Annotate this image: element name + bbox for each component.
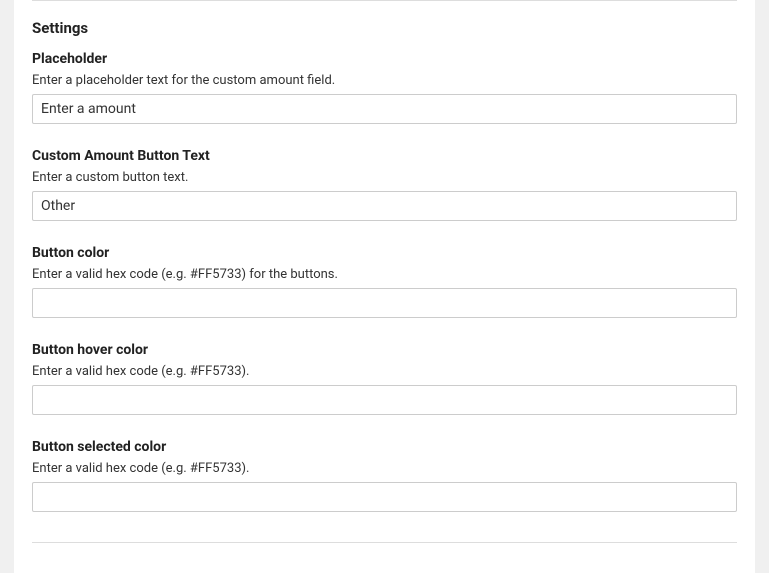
divider-bottom bbox=[32, 542, 737, 543]
custom-amount-button-text-description: Enter a custom button text. bbox=[32, 170, 737, 185]
button-hover-color-description: Enter a valid hex code (e.g. #FF5733). bbox=[32, 364, 737, 379]
custom-amount-button-text-label: Custom Amount Button Text bbox=[32, 148, 737, 164]
settings-panel: Settings Placeholder Enter a placeholder… bbox=[14, 0, 755, 573]
divider-top bbox=[32, 0, 737, 1]
placeholder-description: Enter a placeholder text for the custom … bbox=[32, 73, 737, 88]
button-color-label: Button color bbox=[32, 245, 737, 261]
button-color-description: Enter a valid hex code (e.g. #FF5733) fo… bbox=[32, 267, 737, 282]
button-hover-color-label: Button hover color bbox=[32, 342, 737, 358]
button-selected-color-label: Button selected color bbox=[32, 439, 737, 455]
button-selected-color-input[interactable] bbox=[32, 482, 737, 512]
button-selected-color-description: Enter a valid hex code (e.g. #FF5733). bbox=[32, 461, 737, 476]
button-color-field-group: Button color Enter a valid hex code (e.g… bbox=[32, 245, 737, 318]
custom-amount-button-text-field-group: Custom Amount Button Text Enter a custom… bbox=[32, 148, 737, 221]
settings-heading: Settings bbox=[32, 19, 737, 37]
button-color-input[interactable] bbox=[32, 288, 737, 318]
button-hover-color-field-group: Button hover color Enter a valid hex cod… bbox=[32, 342, 737, 415]
placeholder-input[interactable] bbox=[32, 94, 737, 124]
button-selected-color-field-group: Button selected color Enter a valid hex … bbox=[32, 439, 737, 512]
placeholder-field-group: Placeholder Enter a placeholder text for… bbox=[32, 51, 737, 124]
button-hover-color-input[interactable] bbox=[32, 385, 737, 415]
placeholder-label: Placeholder bbox=[32, 51, 737, 67]
custom-amount-button-text-input[interactable] bbox=[32, 191, 737, 221]
